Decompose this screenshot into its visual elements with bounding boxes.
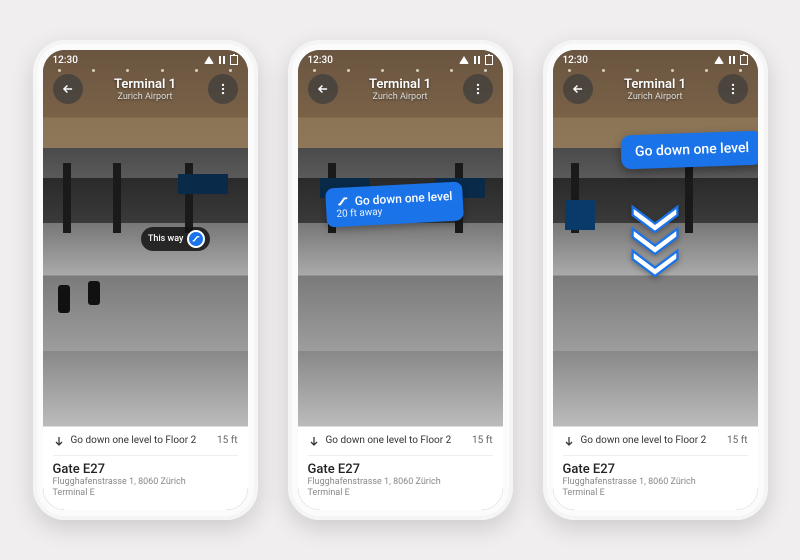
clock: 12:30 — [308, 55, 333, 66]
next-step-distance: 15 ft — [727, 435, 747, 446]
status-icons — [714, 55, 748, 65]
header-title-block: Terminal 1 Zurich Airport — [91, 77, 200, 102]
more-button[interactable] — [718, 74, 748, 104]
arrow-down-icon — [53, 435, 65, 447]
destination-block: Gate E27 Flugghafenstrasse 1, 8060 Züric… — [563, 455, 748, 500]
destination-block: Gate E27 Flugghafenstrasse 1, 8060 Züric… — [53, 455, 238, 500]
next-step-row: Go down one level to Floor 2 15 ft — [563, 435, 748, 447]
battery-icon — [485, 55, 493, 65]
top-bar: Terminal 1 Zurich Airport — [553, 74, 758, 104]
arrow-down-icon — [563, 435, 575, 447]
status-icons — [459, 55, 493, 65]
wifi-icon — [204, 56, 214, 64]
signal-icon — [727, 56, 737, 64]
next-step-row: Go down one level to Floor 2 15 ft — [53, 435, 238, 447]
ar-instruction-banner[interactable]: Go down one level — [621, 130, 758, 169]
next-step-text: Go down one level to Floor 2 — [581, 435, 707, 446]
wifi-icon — [459, 56, 469, 64]
next-step-text: Go down one level to Floor 2 — [326, 435, 452, 446]
status-bar: 12:30 — [298, 50, 503, 70]
arrow-left-icon — [316, 82, 330, 96]
destination-name: Gate E27 — [308, 462, 493, 477]
ar-direction-chip[interactable]: This way — [141, 227, 211, 251]
next-step-distance: 15 ft — [472, 435, 492, 446]
header-title: Terminal 1 — [601, 77, 710, 92]
clock: 12:30 — [563, 55, 588, 66]
destination-name: Gate E27 — [563, 462, 748, 477]
header-title-block: Terminal 1 Zurich Airport — [601, 77, 710, 102]
header-title-block: Terminal 1 Zurich Airport — [346, 77, 455, 102]
clock: 12:30 — [53, 55, 78, 66]
destination-address: Flugghafenstrasse 1, 8060 Zürich — [308, 477, 493, 489]
status-bar: 12:30 — [553, 50, 758, 70]
ar-camera-view[interactable]: 12:30 Terminal 1 Zurich Airport — [43, 50, 248, 426]
phone-mockup-1: 12:30 Terminal 1 Zurich Airport — [33, 40, 258, 520]
signal-icon — [217, 56, 227, 64]
escalator-icon — [336, 195, 351, 210]
phone-mockup-2: 12:30 Terminal 1 Zurich Airport — [288, 40, 513, 520]
escalator-icon — [187, 230, 205, 248]
header-title: Terminal 1 — [91, 77, 200, 92]
destination-block: Gate E27 Flugghafenstrasse 1, 8060 Züric… — [308, 455, 493, 500]
battery-icon — [230, 55, 238, 65]
arrow-left-icon — [61, 82, 75, 96]
screen: 12:30 Terminal 1 Zurich Airport — [553, 50, 758, 510]
phone-mockup-3: 12:30 Terminal 1 Zurich Airport — [543, 40, 768, 520]
ar-camera-view[interactable]: 12:30 Terminal 1 Zurich Airport — [298, 50, 503, 426]
ar-chip-label: This way — [148, 234, 184, 244]
info-card[interactable]: Go down one level to Floor 2 15 ft Gate … — [553, 426, 758, 510]
more-vert-icon — [726, 82, 740, 96]
more-button[interactable] — [463, 74, 493, 104]
ar-instruction-callout[interactable]: Go down one level 20 ft away — [325, 182, 464, 228]
status-bar: 12:30 — [43, 50, 248, 70]
destination-terminal: Terminal E — [53, 488, 238, 500]
header-subtitle: Zurich Airport — [346, 92, 455, 102]
ar-chevron-stack — [627, 200, 683, 280]
header-subtitle: Zurich Airport — [601, 92, 710, 102]
screen: 12:30 Terminal 1 Zurich Airport — [43, 50, 248, 510]
battery-icon — [740, 55, 748, 65]
next-step-distance: 15 ft — [217, 435, 237, 446]
signal-icon — [472, 56, 482, 64]
more-vert-icon — [471, 82, 485, 96]
wifi-icon — [714, 56, 724, 64]
arrow-left-icon — [571, 82, 585, 96]
top-bar: Terminal 1 Zurich Airport — [298, 74, 503, 104]
ar-camera-view[interactable]: 12:30 Terminal 1 Zurich Airport — [553, 50, 758, 426]
screen: 12:30 Terminal 1 Zurich Airport — [298, 50, 503, 510]
arrow-down-icon — [308, 435, 320, 447]
info-card[interactable]: Go down one level to Floor 2 15 ft Gate … — [298, 426, 503, 510]
header-subtitle: Zurich Airport — [91, 92, 200, 102]
destination-name: Gate E27 — [53, 462, 238, 477]
destination-address: Flugghafenstrasse 1, 8060 Zürich — [563, 477, 748, 489]
next-step-text: Go down one level to Floor 2 — [71, 435, 197, 446]
destination-terminal: Terminal E — [308, 488, 493, 500]
chevron-down-icon — [627, 244, 683, 280]
destination-address: Flugghafenstrasse 1, 8060 Zürich — [53, 477, 238, 489]
next-step-row: Go down one level to Floor 2 15 ft — [308, 435, 493, 447]
back-button[interactable] — [563, 74, 593, 104]
status-icons — [204, 55, 238, 65]
info-card[interactable]: Go down one level to Floor 2 15 ft Gate … — [43, 426, 248, 510]
more-button[interactable] — [208, 74, 238, 104]
destination-terminal: Terminal E — [563, 488, 748, 500]
ar-banner-text: Go down one level — [635, 140, 750, 160]
back-button[interactable] — [308, 74, 338, 104]
top-bar: Terminal 1 Zurich Airport — [43, 74, 248, 104]
back-button[interactable] — [53, 74, 83, 104]
header-title: Terminal 1 — [346, 77, 455, 92]
more-vert-icon — [216, 82, 230, 96]
